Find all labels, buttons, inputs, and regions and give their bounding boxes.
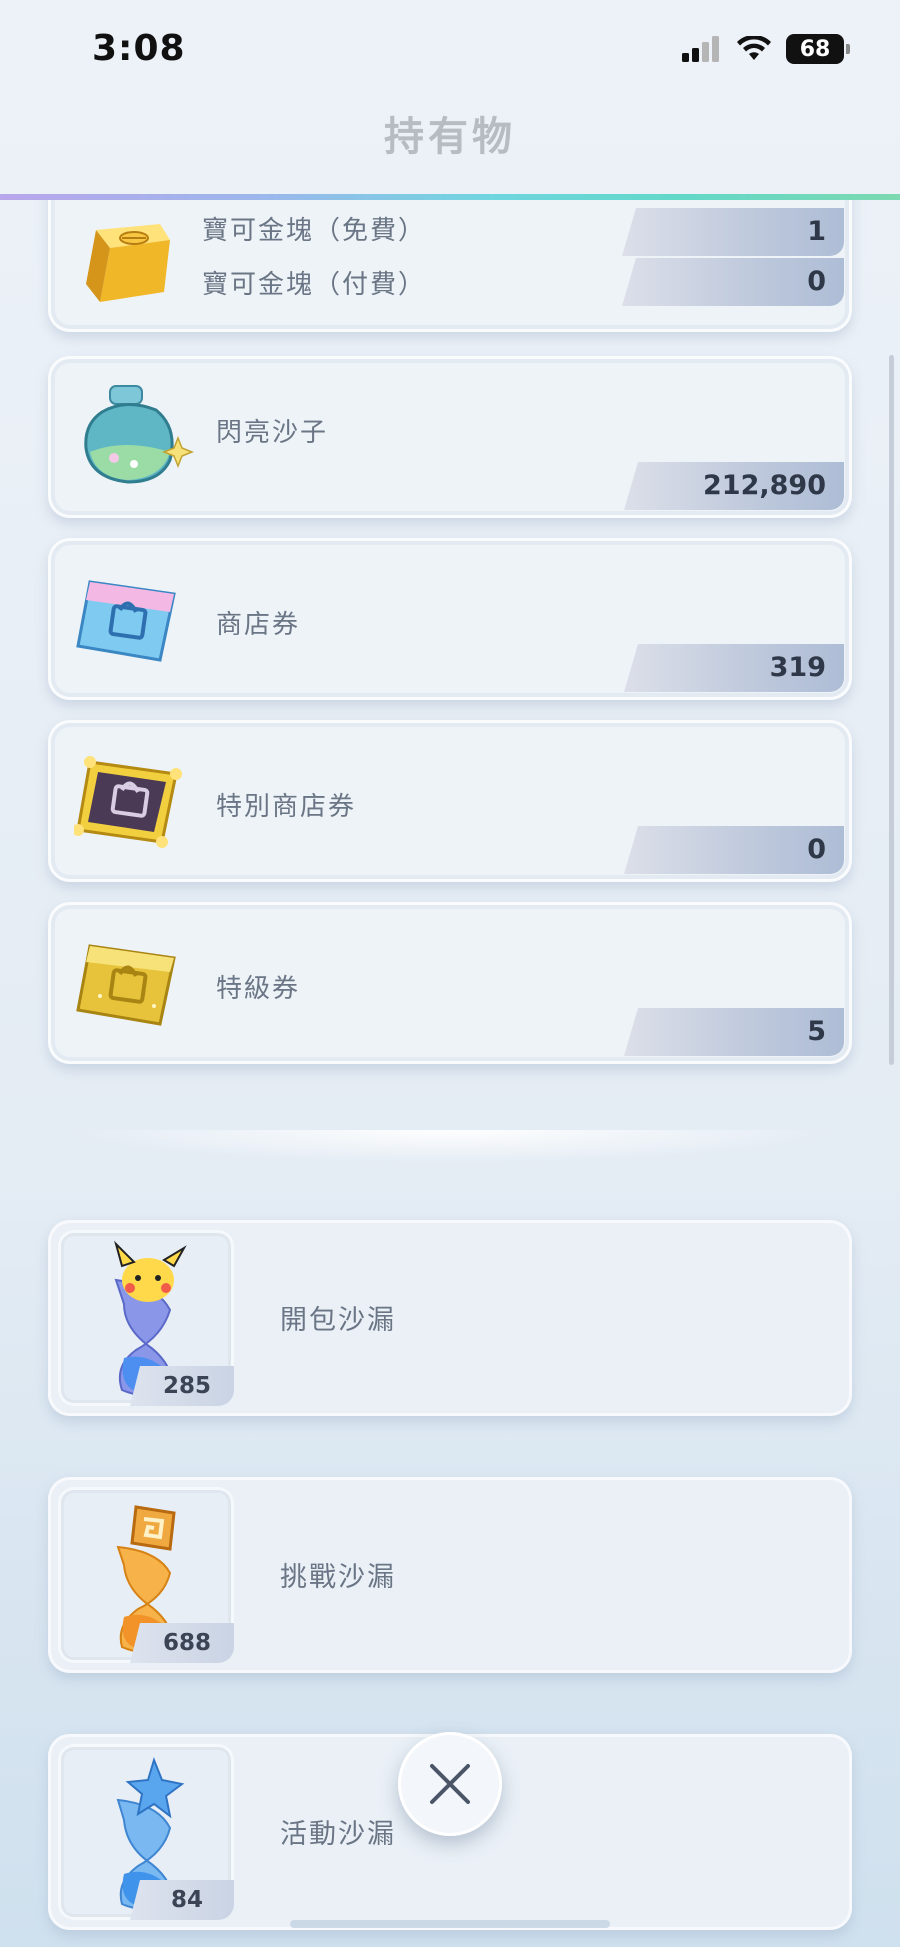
hourglass-label: 活動沙漏 <box>280 1819 396 1850</box>
item-value-gold-paid: 0 <box>622 258 844 306</box>
premium-ticket-icon <box>76 944 176 1026</box>
item-card-gold: 寶可金塊（免費） 1 寶可金塊（付費） 0 <box>48 200 852 332</box>
hourglass-label: 挑戰沙漏 <box>280 1562 396 1593</box>
special-shop-ticket-icon <box>74 756 182 848</box>
status-icons: 68 <box>682 34 850 64</box>
section-separator <box>60 1130 840 1164</box>
item-card-special-shop-ticket: 特別商店券 0 <box>48 720 852 882</box>
hourglass-count: 285 <box>130 1366 234 1406</box>
item-value-shop-ticket: 319 <box>624 644 844 692</box>
hourglass-thumb: 688 <box>58 1487 234 1663</box>
item-value-gold-free: 1 <box>622 208 844 256</box>
page-title: 持有物 <box>384 114 516 160</box>
item-value-premium-ticket: 5 <box>624 1008 844 1056</box>
close-button[interactable] <box>398 1732 502 1836</box>
item-value-special-shop-ticket: 0 <box>624 826 844 874</box>
item-value-shiny-sand: 212,890 <box>624 462 844 510</box>
shop-ticket-icon <box>76 580 176 662</box>
home-indicator[interactable] <box>290 1920 610 1928</box>
item-label-gold-free: 寶可金塊（免費） <box>202 216 427 246</box>
hourglass-count: 84 <box>130 1880 234 1920</box>
header-divider <box>0 194 900 200</box>
status-bar: 3:08 68 <box>0 0 900 100</box>
item-label-premium-ticket: 特級券 <box>216 974 301 1004</box>
item-label-shop-ticket: 商店券 <box>216 610 301 640</box>
item-label-shiny-sand: 閃亮沙子 <box>216 418 329 448</box>
holdings-screen: 3:08 68 持有物 寶可金塊（免費） 1 寶可金塊（付費） 0 閃亮沙子 2… <box>0 0 900 1947</box>
hourglass-thumb: 285 <box>58 1230 234 1406</box>
status-time: 3:08 <box>92 28 186 69</box>
item-card-premium-ticket: 特級券 5 <box>48 902 852 1064</box>
hourglass-card-battle: 688 挑戰沙漏 <box>48 1477 852 1673</box>
hourglass-thumb: 84 <box>58 1744 234 1920</box>
hourglass-card-pack: 285 開包沙漏 <box>48 1220 852 1416</box>
item-label-special-shop-ticket: 特別商店券 <box>216 792 357 822</box>
scrollbar[interactable] <box>889 355 894 1065</box>
shiny-sand-bottle-icon <box>84 385 194 484</box>
hourglass-count: 688 <box>130 1623 234 1663</box>
item-label-gold-paid: 寶可金塊（付費） <box>202 270 427 300</box>
item-card-shiny-sand: 閃亮沙子 212,890 <box>48 356 852 518</box>
holdings-list[interactable]: 寶可金塊（免費） 1 寶可金塊（付費） 0 閃亮沙子 212,890 商店券 3… <box>0 200 900 1947</box>
cellular-signal-icon <box>682 36 719 62</box>
battery-indicator: 68 <box>786 34 850 64</box>
hourglass-label: 開包沙漏 <box>280 1305 396 1336</box>
item-card-shop-ticket: 商店券 319 <box>48 538 852 700</box>
gold-bar-icon <box>86 224 170 302</box>
close-icon <box>430 1764 470 1804</box>
page-header: 持有物 <box>0 96 900 192</box>
wifi-icon <box>737 36 771 60</box>
